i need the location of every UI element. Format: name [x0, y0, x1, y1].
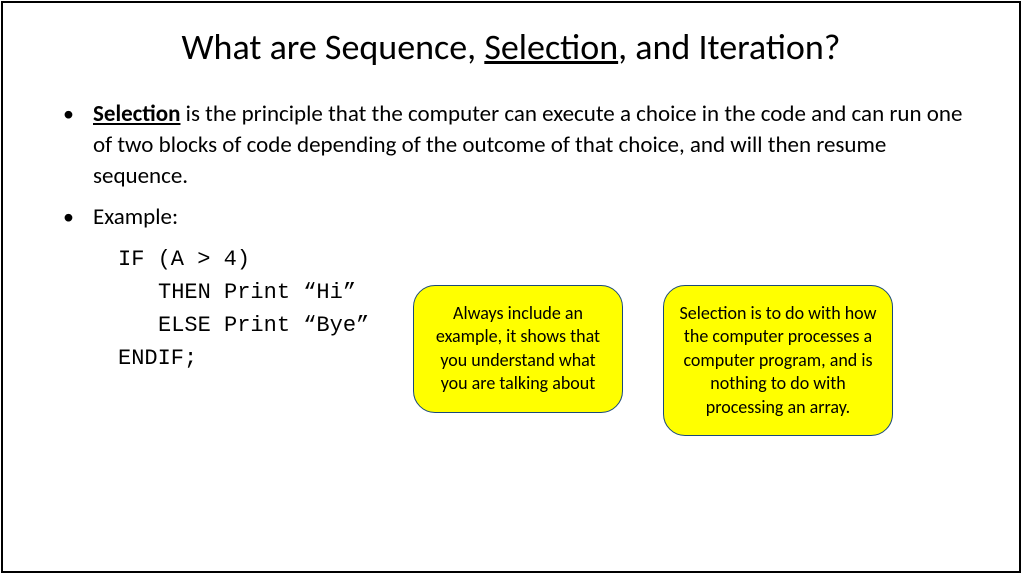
callout-selection-note: Selection is to do with how the computer…	[663, 285, 893, 436]
title-post: , and Iteration?	[618, 25, 840, 69]
title-underlined: Selection	[484, 25, 618, 69]
bullet-definition: Selection is the principle that the comp…	[53, 99, 969, 192]
bullet-list: Selection is the principle that the comp…	[53, 99, 969, 233]
example-label: Example:	[93, 203, 178, 231]
slide-frame: What are Sequence, Selection, and Iterat…	[1, 1, 1021, 573]
bullet-example: Example:	[53, 202, 969, 233]
code-line-1: IF (A > 4)	[118, 243, 969, 276]
slide-title: What are Sequence, Selection, and Iterat…	[53, 25, 969, 69]
term-selection: Selection	[93, 100, 180, 128]
callout-example-tip: Always include an example, it shows that…	[413, 285, 623, 413]
title-pre: What are Sequence,	[182, 25, 485, 69]
definition-text: is the principle that the computer can e…	[93, 100, 962, 190]
